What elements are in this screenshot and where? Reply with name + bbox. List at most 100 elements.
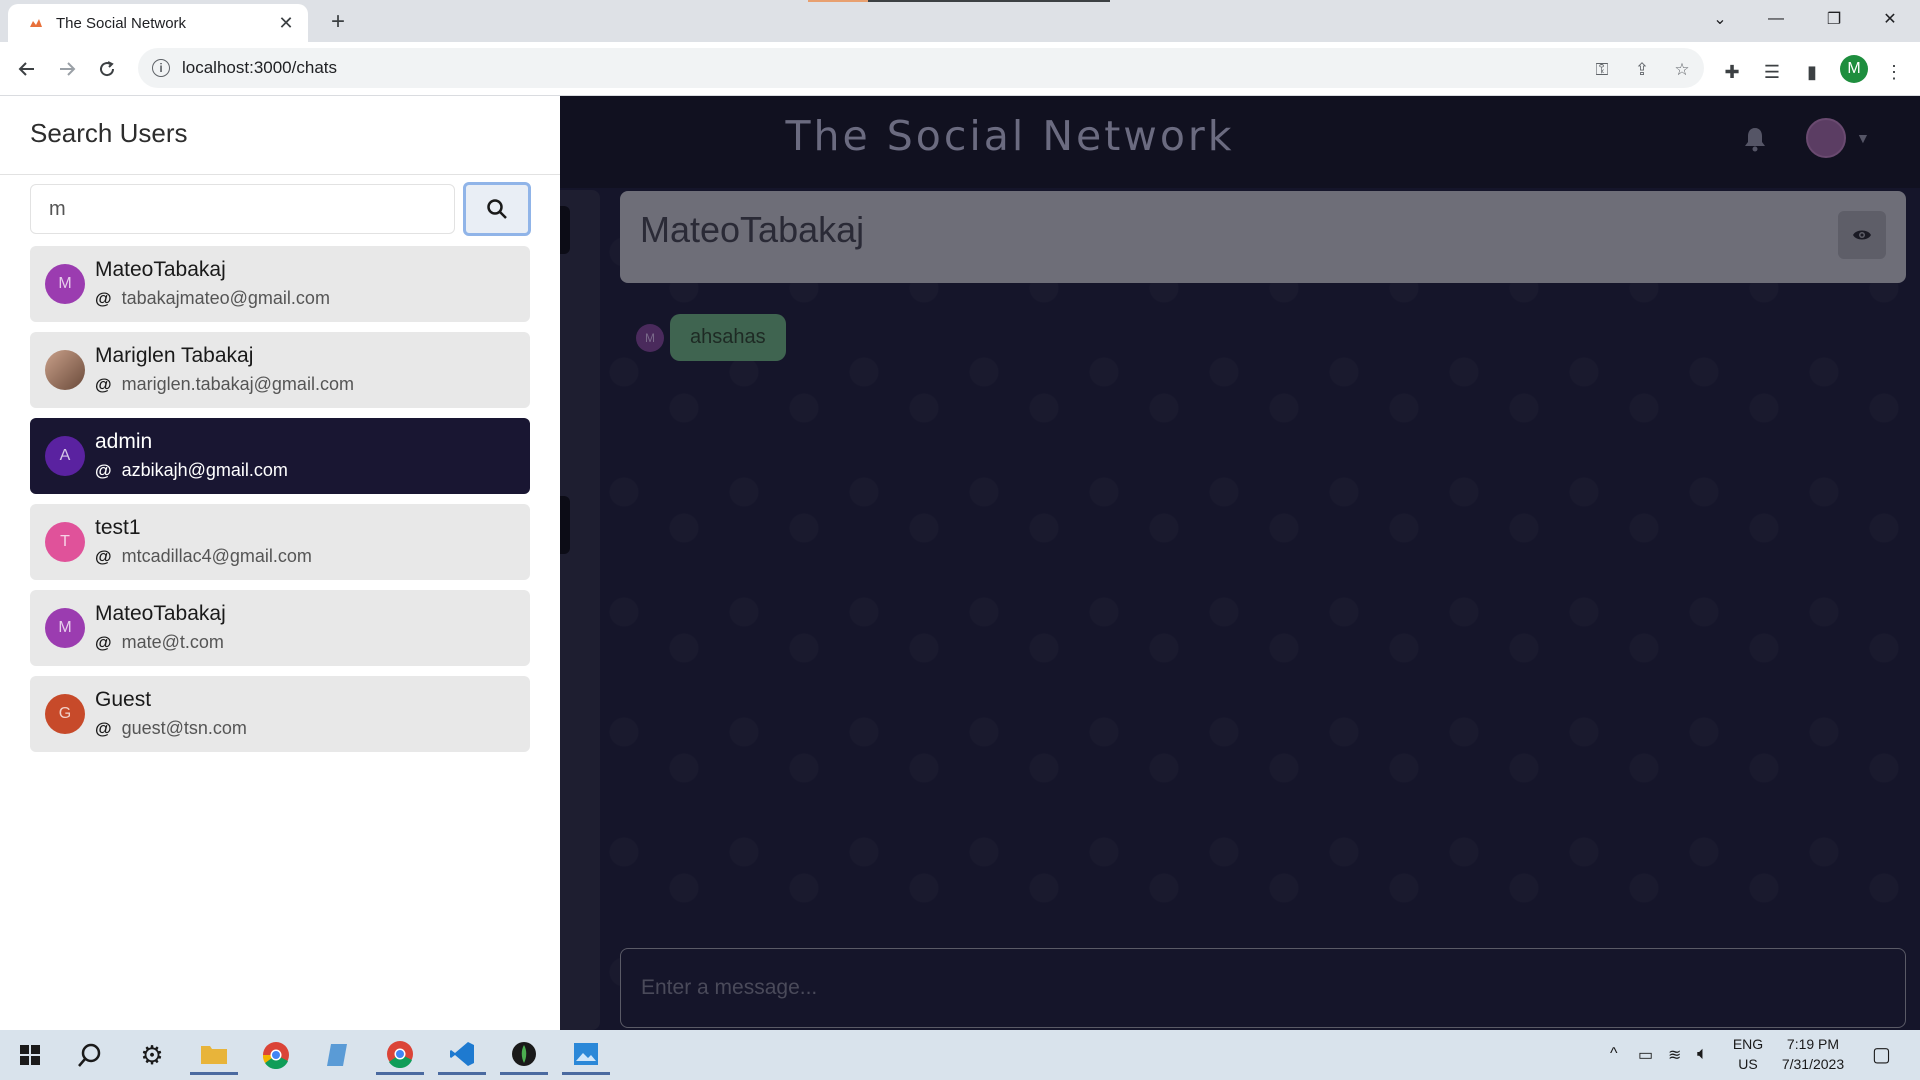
view-profile-button[interactable]: [1838, 211, 1886, 259]
chrome-profile-app[interactable]: [376, 1035, 424, 1075]
browser-toolbar: i localhost:3000/chats ⚿ ⇪ ☆ ✚ ☰ ▮ ⋮: [0, 42, 1920, 96]
browser-profile-avatar[interactable]: M: [1840, 55, 1868, 83]
at-icon: @: [95, 546, 112, 566]
notepad-app[interactable]: [314, 1035, 362, 1075]
search-users-drawer: Search Users m M MateoTabakaj @ tabakajma…: [0, 96, 560, 1030]
browser-tab-bar: The Social Network ✕ + ⌄ — ❐ ✕: [0, 0, 1920, 42]
at-icon: @: [95, 460, 112, 480]
user-name: test1: [95, 516, 141, 539]
message-input[interactable]: Enter a message...: [620, 948, 1906, 1028]
extensions-icon[interactable]: ✚: [1718, 58, 1746, 86]
at-icon: @: [95, 374, 112, 394]
side-panel-icon[interactable]: ▮: [1798, 58, 1826, 86]
search-icon: [78, 1043, 101, 1067]
chat-title: MateoTabakaj: [640, 209, 865, 250]
app-favicon-icon: [28, 15, 44, 31]
user-result-item[interactable]: M MateoTabakaj @ mate@t.com: [30, 590, 530, 666]
site-info-icon[interactable]: i: [152, 59, 170, 77]
windows-taskbar: ⚙ ^ ▭ ≋ 🔈︎ ENG US 7:19 PM 7/31/2023 ▢: [0, 1030, 1920, 1080]
close-window-button[interactable]: ✕: [1860, 0, 1920, 38]
user-avatar: M: [45, 264, 85, 304]
bookmark-star-icon[interactable]: ☆: [1670, 58, 1694, 82]
restore-button[interactable]: ❐: [1804, 0, 1864, 38]
message-bubble: ahsahas: [670, 314, 786, 361]
new-tab-button[interactable]: +: [322, 6, 354, 38]
notification-center-icon[interactable]: ▢: [1872, 1042, 1891, 1067]
show-hidden-icons-icon[interactable]: ^: [1610, 1045, 1618, 1063]
user-email: @ tabakajmateo@gmail.com: [95, 288, 330, 308]
search-icon: [487, 199, 507, 219]
reload-button[interactable]: [92, 54, 122, 84]
back-button[interactable]: [12, 54, 42, 84]
user-email: @ mate@t.com: [95, 632, 224, 652]
message-row: M ahsahas: [636, 314, 786, 361]
user-avatar: A: [45, 436, 85, 476]
user-result-item[interactable]: T test1 @ mtcadillac4@gmail.com: [30, 504, 530, 580]
user-email: @ guest@tsn.com: [95, 718, 247, 738]
forward-arrow-icon: [60, 62, 76, 76]
chrome-app[interactable]: [252, 1035, 300, 1075]
file-explorer-app[interactable]: [190, 1035, 238, 1075]
minimize-button[interactable]: —: [1746, 0, 1806, 38]
user-name: MateoTabakaj: [95, 602, 226, 625]
user-name: MateoTabakaj: [95, 258, 226, 281]
user-search-results: M MateoTabakaj @ tabakajmateo@gmail.com M…: [30, 246, 530, 762]
search-button[interactable]: [463, 182, 531, 236]
address-bar[interactable]: i localhost:3000/chats ⚿ ⇪ ☆: [138, 48, 1704, 88]
back-arrow-icon: [18, 62, 34, 76]
battery-icon[interactable]: ▭: [1638, 1045, 1653, 1065]
start-button[interactable]: [6, 1035, 54, 1075]
user-result-item[interactable]: G Guest @ guest@tsn.com: [30, 676, 530, 752]
user-avatar: G: [45, 694, 85, 734]
tab-title: The Social Network: [56, 14, 187, 32]
chat-header: MateoTabakaj: [620, 191, 1906, 283]
message-avatar: M: [636, 323, 664, 352]
folder-icon: [201, 1045, 227, 1064]
clock-time[interactable]: 7:19 PM: [1770, 1036, 1856, 1052]
mongodb-compass-app[interactable]: [500, 1035, 548, 1075]
input-region[interactable]: US: [1730, 1056, 1766, 1072]
photos-app[interactable]: [562, 1035, 610, 1075]
app-title: The Social Network: [785, 112, 1235, 160]
reload-icon: [100, 61, 115, 77]
reading-list-icon[interactable]: ☰: [1758, 58, 1786, 86]
menu-kebab-icon[interactable]: ⋮: [1880, 58, 1908, 86]
tab-close-icon[interactable]: ✕: [276, 13, 296, 34]
tab-search-icon[interactable]: ⌄: [1690, 0, 1750, 38]
mongodb-icon: [512, 1041, 536, 1066]
at-icon: @: [95, 288, 112, 308]
loading-indicator-dark: [868, 0, 1110, 2]
search-input[interactable]: m: [30, 184, 455, 234]
chevron-down-icon[interactable]: ▼: [1856, 130, 1870, 146]
vscode-icon: [450, 1041, 474, 1066]
at-icon: @: [95, 718, 112, 738]
user-email: @ azbikajh@gmail.com: [95, 460, 288, 480]
user-photo-avatar: [45, 350, 85, 390]
forward-button[interactable]: [52, 54, 82, 84]
drawer-title: Search Users: [30, 118, 188, 148]
chrome-icon: [262, 1042, 289, 1069]
vscode-app[interactable]: [438, 1035, 486, 1075]
taskbar-search-button[interactable]: [66, 1035, 114, 1075]
notepad-icon: [327, 1044, 347, 1066]
chrome-icon: [387, 1040, 413, 1068]
input-language[interactable]: ENG: [1730, 1036, 1766, 1052]
user-result-item[interactable]: Mariglen Tabakaj @ mariglen.tabakaj@gmail…: [30, 332, 530, 408]
browser-tab[interactable]: The Social Network ✕: [8, 4, 308, 42]
wifi-icon[interactable]: ≋: [1668, 1045, 1681, 1065]
drawer-divider: [0, 174, 560, 175]
password-key-icon[interactable]: ⚿: [1590, 58, 1614, 82]
user-result-item[interactable]: M MateoTabakaj @ tabakajmateo@gmail.com: [30, 246, 530, 322]
share-icon[interactable]: ⇪: [1630, 58, 1654, 82]
user-avatar: M: [45, 608, 85, 648]
volume-icon[interactable]: 🔈︎: [1697, 1043, 1708, 1064]
at-icon: @: [95, 632, 112, 652]
clock-date[interactable]: 7/31/2023: [1770, 1056, 1856, 1072]
user-result-item-selected[interactable]: A admin @ azbikajh@gmail.com: [30, 418, 530, 494]
settings-app[interactable]: ⚙: [128, 1035, 176, 1075]
notification-bell-icon[interactable]: [1740, 122, 1770, 156]
photos-icon: [574, 1042, 598, 1065]
url-text: localhost:3000/chats: [182, 58, 337, 77]
user-avatar[interactable]: [1806, 118, 1846, 158]
windows-logo-icon: [20, 1045, 40, 1065]
